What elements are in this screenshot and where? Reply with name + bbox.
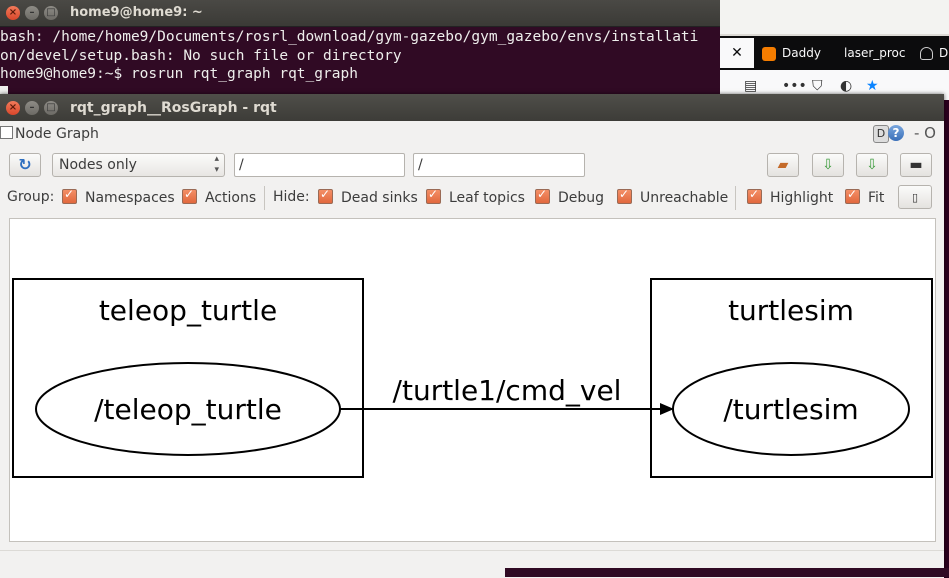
terminal-output[interactable]: bash: /home/home9/Documents/rosrl_downlo… [0, 28, 720, 102]
more-icon[interactable]: ••• [782, 78, 807, 94]
save-dot-button[interactable]: ⇩ [812, 153, 844, 177]
close-icon[interactable]: × [6, 6, 20, 20]
terminal-line: on/devel/setup.bash: No such file or dir… [0, 47, 402, 64]
monitor-icon: ▬ [909, 157, 923, 173]
separator [264, 186, 265, 210]
edge-label: /turtle1/cmd_vel [393, 374, 622, 407]
actions-checkbox[interactable]: Actions [182, 187, 256, 206]
graph-canvas[interactable]: teleop_turtle turtlesim /teleop_turtle /… [9, 218, 936, 542]
plugin-options-button[interactable]: - O [914, 124, 936, 142]
select-arrows-icon: ▴ ▾ [214, 154, 219, 175]
maximize-icon[interactable]: □ [44, 6, 58, 20]
browser-tabstrip: ✕ Daddy laser_proc D [720, 36, 949, 70]
save-image-icon: ⇩ [866, 157, 878, 173]
rqt-window: × – □ rqt_graph__RosGraph - rqt Node Gra… [0, 94, 944, 578]
bookmark-star-icon[interactable]: ★ [866, 78, 879, 94]
maximize-icon[interactable]: □ [44, 101, 58, 115]
hide-label: Hide: [273, 189, 310, 205]
namespaces-checkbox[interactable]: Namespaces [62, 187, 175, 206]
folder-icon: ▰ [777, 157, 789, 173]
browser-tab[interactable]: D [920, 38, 949, 68]
help-button[interactable]: ? [888, 125, 904, 141]
namespace-label: turtlesim [728, 294, 854, 327]
checkbox-checked-icon [617, 187, 632, 204]
display-mode-value: Nodes only [59, 157, 137, 173]
checkbox-checked-icon [62, 187, 77, 204]
close-icon[interactable]: × [6, 101, 20, 115]
plugin-title: Node Graph [0, 126, 99, 142]
checkbox-checked-icon [182, 187, 197, 204]
minimize-icon[interactable]: – [25, 6, 39, 20]
window-title: rqt_graph__RosGraph - rqt [70, 100, 277, 116]
graph-toolbar: ↻ Nodes only ▴▾ ▰ ⇩ ⇩ ▬ [0, 150, 944, 182]
separator [735, 186, 736, 210]
graph-svg: teleop_turtle turtlesim /teleop_turtle /… [12, 278, 933, 478]
group-label: Group: [7, 189, 55, 205]
browser-tab[interactable]: laser_proc [844, 38, 910, 68]
pocket-icon[interactable]: ⛉ [812, 78, 823, 94]
terminal-peek [505, 568, 949, 577]
leaf-topics-checkbox[interactable]: Leaf topics [426, 187, 525, 206]
checkbox-checked-icon [318, 187, 333, 204]
minimize-icon[interactable]: – [25, 101, 39, 115]
debug-checkbox[interactable]: Debug [535, 187, 604, 206]
dead-sinks-checkbox[interactable]: Dead sinks [318, 187, 418, 206]
graph-options-bar: Group: Namespaces Actions Hide: Dead sin… [0, 184, 944, 212]
blogger-icon [762, 46, 776, 61]
save-svg-button[interactable]: ⇩ [856, 153, 888, 177]
terminal-window: × – □ home9@home9: ~ bash: /home/home9/D… [0, 0, 720, 102]
refresh-icon: ↻ [18, 155, 32, 174]
checkbox-checked-icon [535, 187, 550, 204]
dock-button[interactable]: D [873, 125, 889, 143]
checkbox-checked-icon [747, 187, 762, 204]
refresh-button[interactable]: ↻ [9, 153, 41, 177]
namespace-label: teleop_turtle [99, 294, 277, 327]
unreachable-checkbox[interactable]: Unreachable [617, 187, 728, 206]
fit-view-icon: ▯ [911, 191, 919, 204]
node-label: /teleop_turtle [94, 393, 282, 426]
node-label: /turtlesim [723, 393, 858, 426]
node-graph-icon [0, 126, 13, 139]
fit-in-view-button[interactable]: ▯ [898, 185, 932, 209]
highlight-checkbox[interactable]: Highlight [747, 187, 833, 206]
browser-tab[interactable]: Daddy [762, 38, 834, 68]
fit-checkbox[interactable]: Fit [845, 187, 884, 206]
checkbox-checked-icon [845, 187, 860, 204]
tab-close-icon[interactable]: ✕ [720, 38, 754, 68]
display-mode-select[interactable]: Nodes only ▴ ▾ [52, 153, 225, 177]
terminal-line: bash: /home/home9/Documents/rosrl_downlo… [0, 29, 699, 45]
reader-icon[interactable]: ▤ [744, 78, 757, 94]
terminal-title: home9@home9: ~ [70, 5, 203, 20]
terminal-line: home9@home9:~$ rosrun rqt_graph rqt_grap… [0, 66, 358, 82]
browser-titlebar [720, 0, 949, 34]
save-icon: ⇩ [822, 157, 834, 173]
topic-filter-input[interactable] [413, 153, 585, 177]
load-dot-button[interactable]: ▰ [767, 153, 799, 177]
plugin-header: Node Graph D ? - O [0, 121, 944, 147]
checkbox-checked-icon [426, 187, 441, 204]
ghost-icon [920, 47, 933, 60]
rqt-titlebar: × – □ rqt_graph__RosGraph - rqt [0, 94, 944, 121]
cursor-icon[interactable]: ◐ [840, 78, 852, 94]
screenshot-button[interactable]: ▬ [900, 153, 932, 177]
browser-window: ✕ Daddy laser_proc D ▤ ••• ⛉ ◐ ★ [720, 0, 949, 100]
namespace-filter-input[interactable] [234, 153, 405, 177]
terminal-titlebar: × – □ home9@home9: ~ [0, 0, 720, 27]
